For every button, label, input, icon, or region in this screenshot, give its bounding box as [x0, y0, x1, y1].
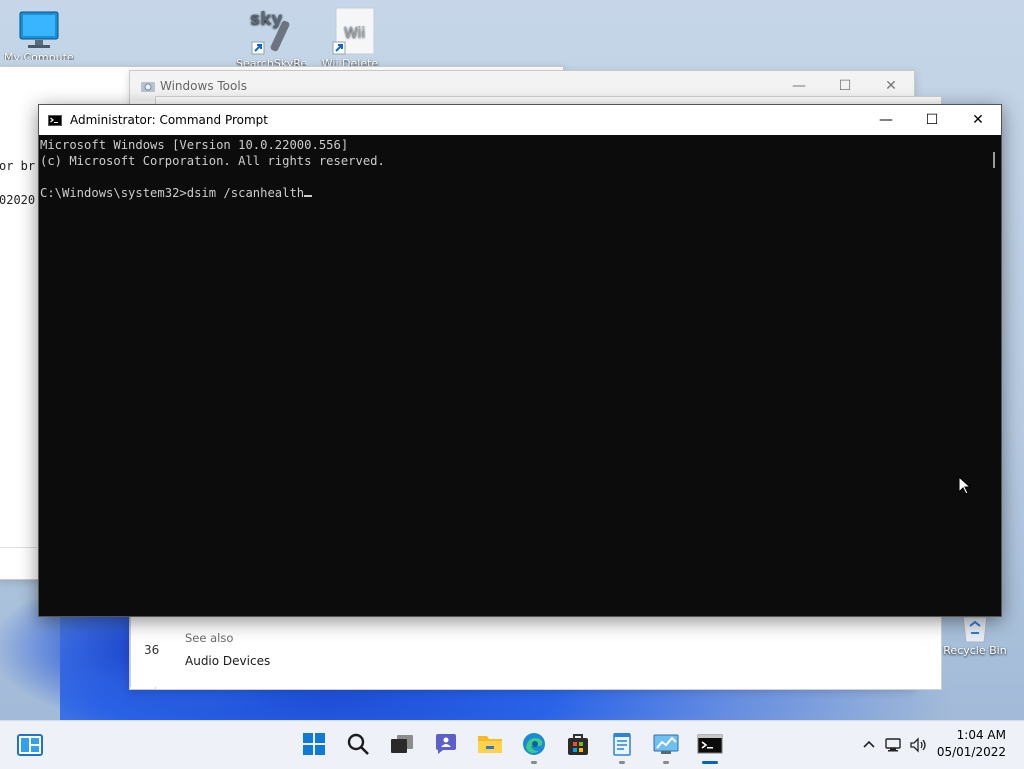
audio-devices-link[interactable]: Audio Devices	[185, 654, 270, 668]
see-also-heading: See also	[185, 631, 234, 645]
desktop-icon-label: My Computer	[4, 51, 74, 60]
command-prompt-window[interactable]: Administrator: Command Prompt — ☐ ✕ Micr…	[38, 104, 1002, 617]
edge-icon	[521, 731, 547, 760]
console-line: Microsoft Windows [Version 10.0.22000.55…	[40, 138, 349, 152]
notepad-button[interactable]	[607, 730, 637, 764]
minimize-button[interactable]: —	[863, 105, 909, 135]
console-input-line[interactable]: C:\Windows\system32>dsim /scanhealth	[40, 185, 1001, 201]
sky-remote-icon: sky	[246, 6, 296, 56]
file-explorer-button[interactable]	[475, 730, 505, 760]
text-cursor	[304, 195, 313, 197]
desktop-icon-label: SearchSkyRe...	[236, 57, 306, 66]
monitor-icon	[17, 10, 61, 50]
close-button[interactable]: ✕	[955, 105, 1001, 135]
desktop-icon-wii[interactable]: Wii Wii Delete	[315, 6, 385, 66]
chevron-up-icon[interactable]	[858, 738, 880, 753]
text-fragment: 36	[144, 643, 160, 657]
text-fragment: or br	[0, 159, 36, 173]
maximize-button[interactable]: ☐	[909, 105, 955, 135]
desktop-icon-sky-remote[interactable]: sky SearchSkyRe...	[236, 6, 306, 66]
file-explorer-icon	[476, 732, 504, 759]
command-prompt-icon	[697, 733, 723, 758]
command-prompt-taskbar-button[interactable]	[695, 730, 725, 764]
start-button[interactable]	[299, 730, 329, 760]
volume-icon[interactable]	[906, 737, 932, 753]
console-output[interactable]: Microsoft Windows [Version 10.0.22000.55…	[39, 136, 1001, 616]
command-prompt-icon	[48, 114, 62, 126]
mouse-pointer-icon	[958, 475, 972, 499]
network-icon[interactable]	[880, 737, 906, 753]
widgets-button[interactable]	[15, 730, 45, 760]
store-button[interactable]	[563, 730, 593, 760]
start-icon	[302, 732, 326, 759]
chat-button[interactable]	[431, 730, 461, 760]
clock-time: 1:04 AM	[956, 728, 1006, 742]
console-line: (c) Microsoft Corporation. All rights re…	[40, 154, 385, 168]
notepad-icon	[610, 731, 634, 760]
window-title: Windows Tools	[160, 79, 247, 93]
desktop-icon-label: Recycle Bin	[943, 644, 1007, 657]
task-view-icon	[389, 733, 415, 758]
taskbar: 1:04 AM 05/01/2022	[0, 720, 1024, 769]
task-view-button[interactable]	[387, 730, 417, 760]
svg-text:sky: sky	[250, 9, 283, 29]
wii-icon: Wii	[325, 6, 375, 56]
chat-icon	[433, 732, 459, 759]
text-fragment: 02020	[0, 193, 36, 207]
control-panel-button[interactable]	[651, 730, 681, 764]
console-command: C:\Windows\system32>dsim /scanhealth	[40, 186, 305, 200]
tools-icon	[140, 79, 156, 93]
system-tray	[858, 721, 932, 769]
command-prompt-titlebar[interactable]: Administrator: Command Prompt — ☐ ✕	[39, 105, 1001, 135]
scrollbar-thumb[interactable]	[993, 152, 995, 168]
search-icon	[346, 732, 370, 759]
store-icon	[565, 731, 591, 760]
console-scrollbar[interactable]	[984, 136, 1001, 616]
desktop-icon-label: Wii Delete	[321, 57, 379, 66]
window-title: Administrator: Command Prompt	[70, 113, 268, 127]
clock-date: 05/01/2022	[936, 745, 1006, 759]
control-panel-icon	[652, 732, 680, 759]
search-button[interactable]	[343, 730, 373, 760]
edge-button[interactable]	[519, 730, 549, 764]
svg-text:Wii: Wii	[344, 25, 365, 41]
clock[interactable]: 1:04 AM 05/01/2022	[937, 727, 1006, 761]
desktop-icon-my-computer[interactable]: My Computer	[4, 10, 74, 60]
